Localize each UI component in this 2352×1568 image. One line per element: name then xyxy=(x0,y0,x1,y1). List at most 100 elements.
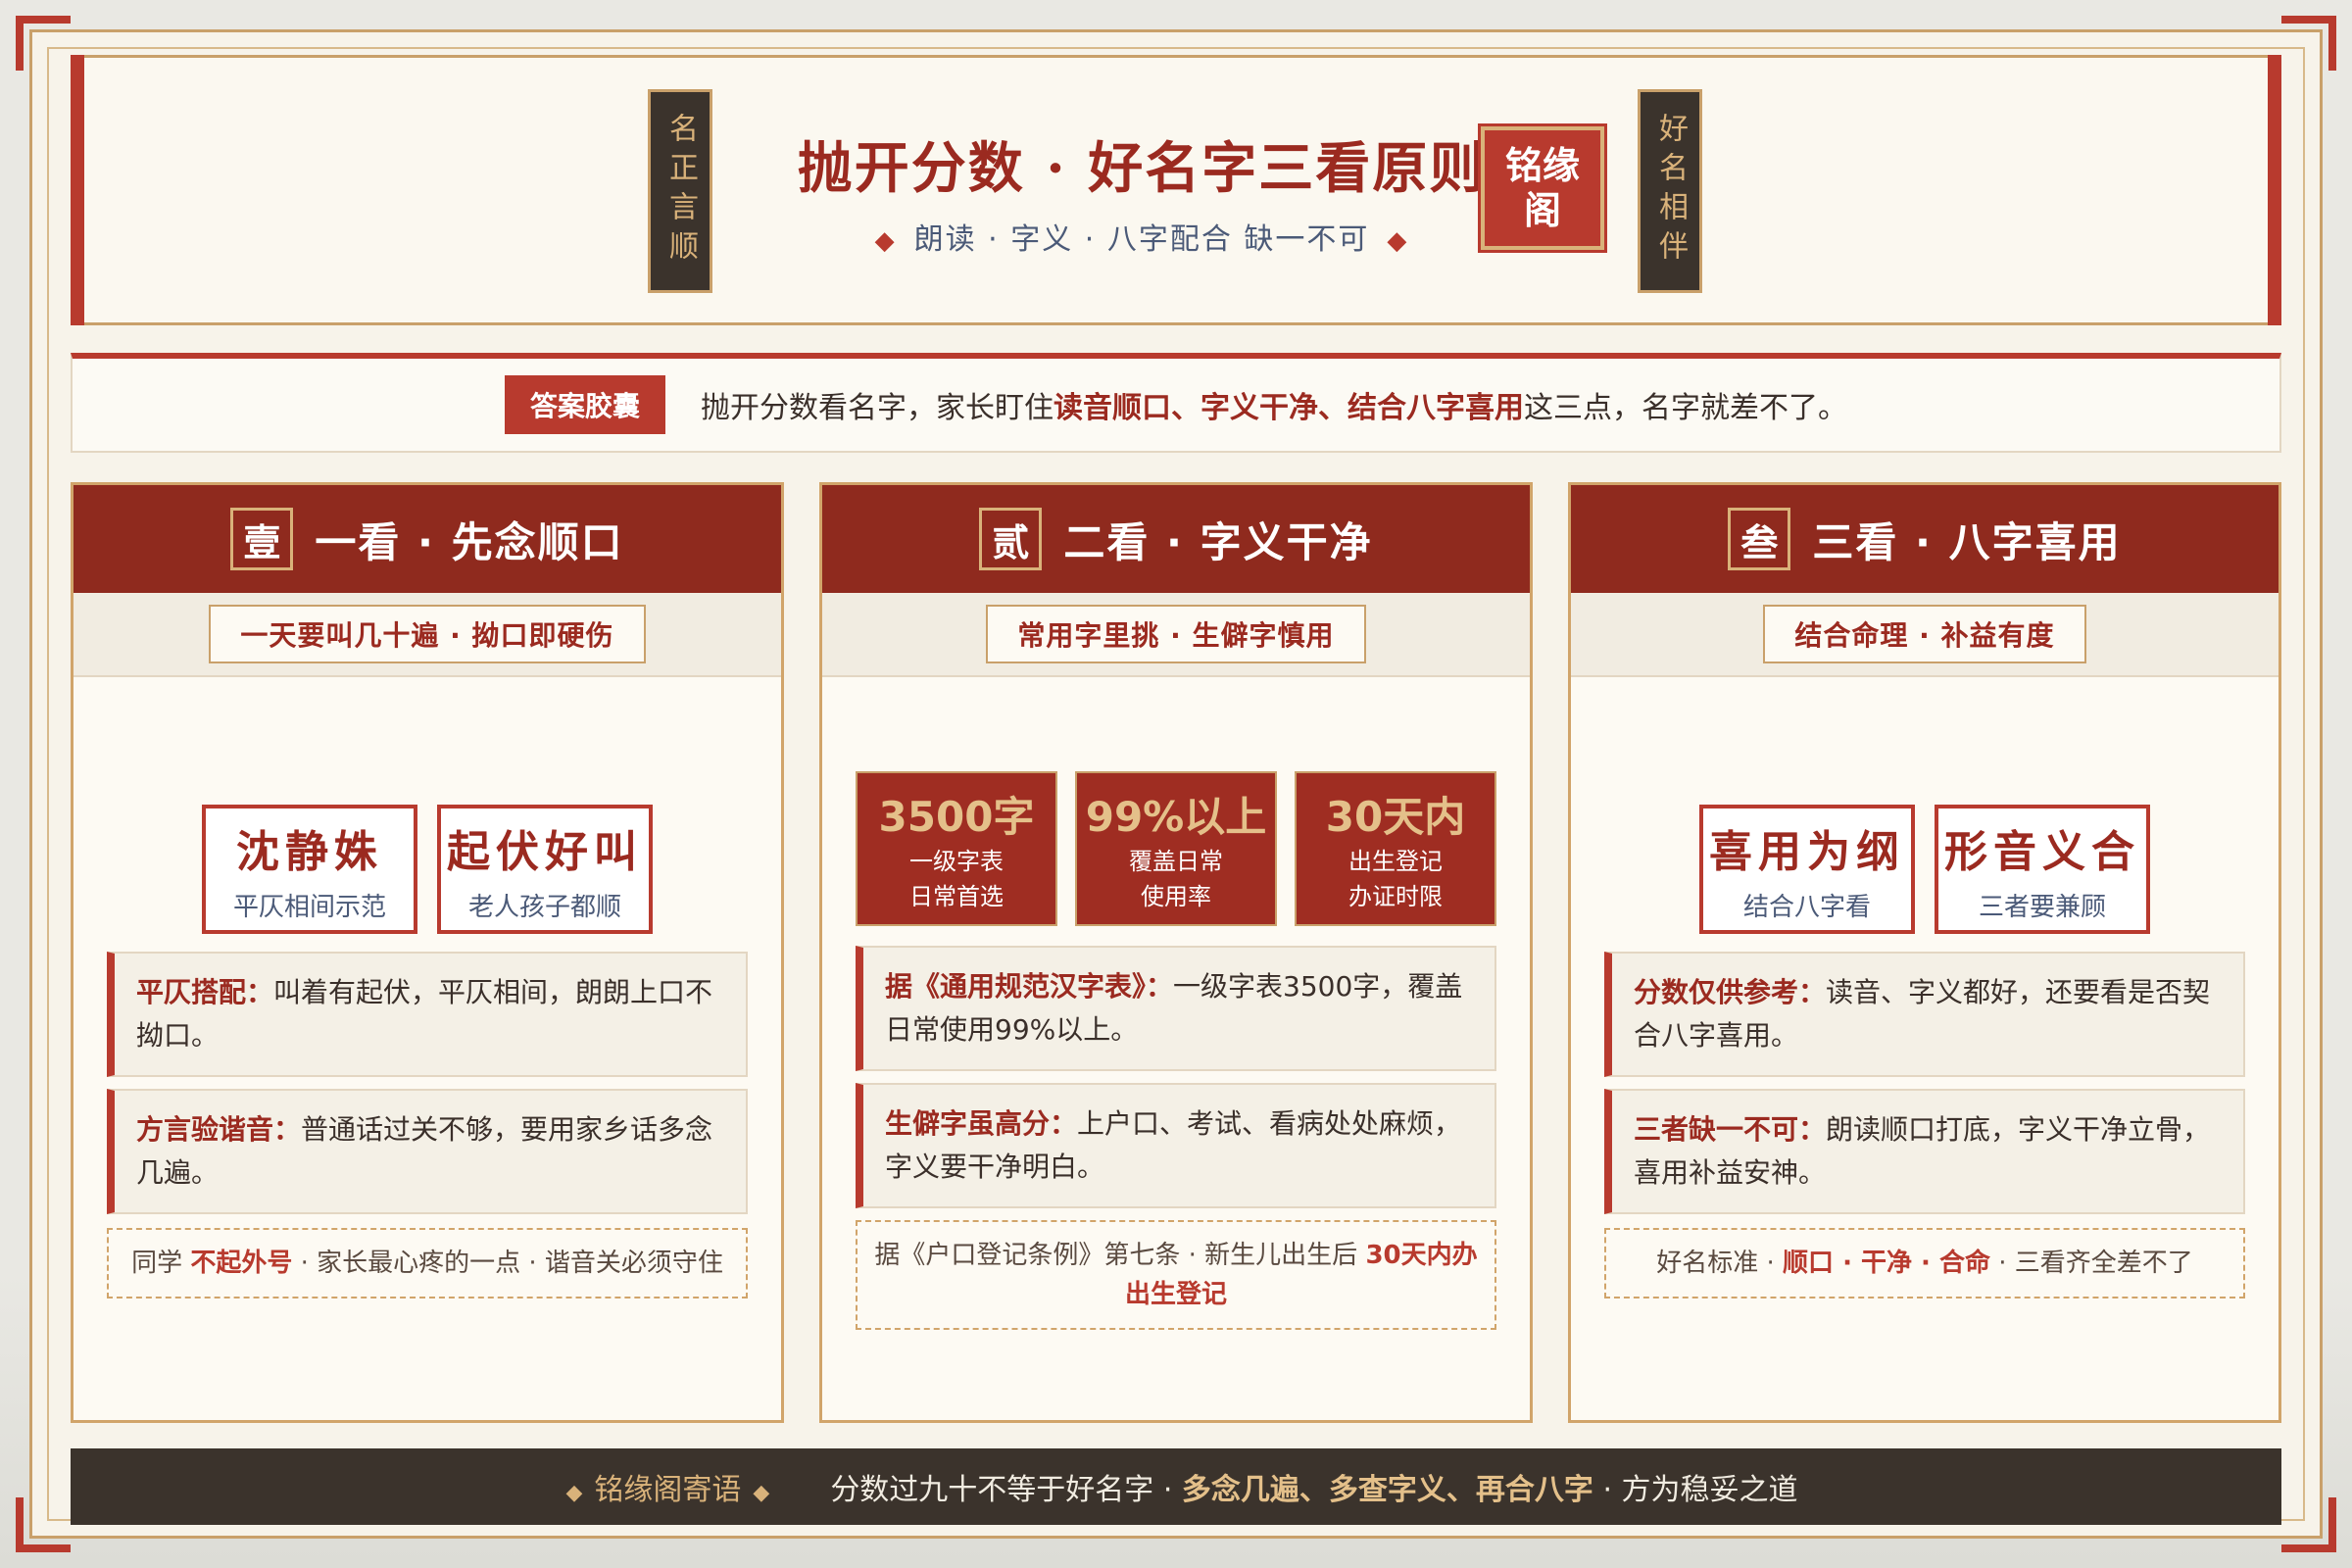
column-title: 一看 · 先念顺口 xyxy=(315,517,624,566)
tip-label: 分数仅供参考： xyxy=(1634,976,1827,1008)
column-tagline: 一天要叫几十遍 · 拗口即硬伤 xyxy=(209,605,646,663)
column-subheader: 结合命理 · 补益有度 xyxy=(1571,593,2278,677)
column-tagline: 常用字里挑 · 生僻字慎用 xyxy=(986,605,1366,663)
stat-line: 一级字表 xyxy=(909,847,1004,875)
column-header: 贰 二看 · 字义干净 xyxy=(822,485,1530,593)
stat-desc: 出生登记 办证时限 xyxy=(1348,844,1443,914)
column-header: 叁 三看 · 八字喜用 xyxy=(1571,485,2278,593)
tip-label: 方言验谐音： xyxy=(136,1113,302,1146)
example-cards: 喜用为纲 结合八字看 形音义合 三者要兼顾 xyxy=(1571,805,2278,934)
column-title: 三看 · 八字喜用 xyxy=(1812,517,2122,566)
footnote-suffix: · 三看齐全差不了 xyxy=(1989,1249,2193,1278)
stat-value: 99%以上 xyxy=(1085,792,1267,841)
right-vertical-scroll: 好名相伴 xyxy=(1638,89,1702,293)
example-card-title: 起伏好叫 xyxy=(447,826,643,877)
stat-line: 覆盖日常 xyxy=(1129,847,1223,875)
page-title: 抛开分数 · 好名字三看原则 xyxy=(797,136,1487,201)
stat-line: 日常首选 xyxy=(909,882,1004,910)
left-scroll-text: 名正言顺 xyxy=(663,113,698,270)
example-card-title: 形音义合 xyxy=(1944,826,2140,877)
diamond-icon: ◆ xyxy=(753,1481,770,1505)
example-card-title: 喜用为纲 xyxy=(1709,826,1905,877)
footnote-prefix: 同学 xyxy=(131,1249,191,1278)
example-card: 沈静姝 平仄相间示范 xyxy=(202,805,417,934)
footnote-box: 好名标准 · 顺口 · 干净 · 合命 · 三看齐全差不了 xyxy=(1604,1228,2245,1298)
example-card: 喜用为纲 结合八字看 xyxy=(1699,805,1915,934)
column-tagline: 结合命理 · 补益有度 xyxy=(1763,605,2086,663)
column-number: 壹 xyxy=(230,508,294,570)
stat-line: 出生登记 xyxy=(1348,847,1443,875)
stat-value: 3500字 xyxy=(878,792,1035,841)
example-cards: 沈静姝 平仄相间示范 起伏好叫 老人孩子都顺 xyxy=(74,805,781,934)
answer-tag: 答案胶囊 xyxy=(504,375,665,434)
answer-capsule-bar: 答案胶囊 抛开分数看名字，家长盯住读音顺口、字义干净、结合八字喜用这三点，名字就… xyxy=(71,353,2281,453)
footnote-prefix: 据《户口登记条例》第七条 · 新生儿出生后 xyxy=(874,1241,1366,1270)
stat-card: 30天内 出生登记办证时限 xyxy=(1295,771,1496,926)
corner-ornament xyxy=(2281,16,2336,71)
stat-card: 99%以上 覆盖日常使用率 xyxy=(1075,771,1277,926)
column-title: 二看 · 字义干净 xyxy=(1063,517,1373,566)
left-vertical-scroll: 名正言顺 xyxy=(648,89,712,293)
column-header: 壹 一看 · 先念顺口 xyxy=(74,485,781,593)
footnote-suffix: · 家长最心疼的一点 · 谐音关必须守住 xyxy=(292,1249,723,1278)
tip-note: 生僻字虽高分：上户口、考试、看病处处麻烦，字义要干净明白。 xyxy=(856,1083,1496,1208)
answer-prefix: 抛开分数看名字，家长盯住 xyxy=(701,391,1054,425)
diamond-icon: ◆ xyxy=(874,226,897,256)
stat-line: 使用率 xyxy=(1141,882,1211,910)
header-banner: 名正言顺 抛开分数 · 好名字三看原则 ◆ 朗读 · 字义 · 八字配合 缺一不可… xyxy=(71,55,2281,325)
column-subheader: 常用字里挑 · 生僻字慎用 xyxy=(822,593,1530,677)
example-card-caption: 结合八字看 xyxy=(1742,892,1871,922)
footnote-box: 同学 不起外号 · 家长最心疼的一点 · 谐音关必须守住 xyxy=(107,1228,748,1298)
principle-column-1: 壹 一看 · 先念顺口 一天要叫几十遍 · 拗口即硬伤 沈静姝 平仄相间示范 起… xyxy=(71,482,784,1423)
tip-note: 平仄搭配：叫着有起伏，平仄相间，朗朗上口不拗口。 xyxy=(107,952,748,1077)
tip-label: 平仄搭配： xyxy=(136,976,274,1008)
example-card: 起伏好叫 老人孩子都顺 xyxy=(437,805,653,934)
example-card-caption: 平仄相间示范 xyxy=(232,892,386,922)
page-subtitle: ◆ 朗读 · 字义 · 八字配合 缺一不可 ◆ xyxy=(750,215,1534,258)
footer-text: 分数过九十不等于好名字 · 多念几遍、多查字义、再合八字 · 方为稳妥之道 xyxy=(830,1465,1797,1508)
brand-seal: 铭缘阁 xyxy=(1478,123,1607,253)
tip-note: 分数仅供参考：读音、字义都好，还要看是否契合八字喜用。 xyxy=(1604,952,2245,1077)
example-card: 形音义合 三者要兼顾 xyxy=(1935,805,2150,934)
footer-suffix: · 方为稳妥之道 xyxy=(1592,1473,1798,1507)
corner-ornament xyxy=(16,16,71,71)
corner-ornament xyxy=(16,1497,71,1552)
footer-label-text: 铭缘阁寄语 xyxy=(594,1473,742,1507)
footnote-emphasis: 不起外号 xyxy=(190,1249,293,1278)
footnote-prefix: 好名标准 · xyxy=(1656,1249,1784,1278)
tip-note: 据《通用规范汉字表》：一级字表3500字，覆盖日常使用99%以上。 xyxy=(856,946,1496,1071)
stat-cards: 3500字 一级字表日常首选 99%以上 覆盖日常使用率 30天内 出生登记办证… xyxy=(822,771,1530,926)
footnote-box: 据《户口登记条例》第七条 · 新生儿出生后 30天内办出生登记 xyxy=(856,1220,1496,1330)
tip-label: 据《通用规范汉字表》： xyxy=(885,970,1174,1003)
footnote-emphasis: 顺口 · 干净 · 合命 xyxy=(1783,1249,1990,1278)
example-card-title: 沈静姝 xyxy=(236,826,383,877)
stat-desc: 覆盖日常 使用率 xyxy=(1129,844,1223,914)
subtitle-text: 朗读 · 字义 · 八字配合 缺一不可 xyxy=(913,222,1370,257)
footer-label: ◆ 铭缘阁寄语 ◆ xyxy=(554,1465,781,1508)
column-subheader: 一天要叫几十遍 · 拗口即硬伤 xyxy=(74,593,781,677)
tip-label: 三者缺一不可： xyxy=(1634,1113,1827,1146)
example-card-caption: 三者要兼顾 xyxy=(1978,892,2106,922)
tip-note: 方言验谐音：普通话过关不够，要用家乡话多念几遍。 xyxy=(107,1089,748,1214)
answer-text: 抛开分数看名字，家长盯住读音顺口、字义干净、结合八字喜用这三点，名字就差不了。 xyxy=(701,383,1847,426)
diamond-icon: ◆ xyxy=(1387,226,1409,256)
footer-emphasis: 多念几遍、多查字义、再合八字 xyxy=(1181,1473,1593,1507)
column-number: 贰 xyxy=(979,508,1043,570)
tip-label: 生僻字虽高分： xyxy=(885,1107,1078,1140)
corner-ornament xyxy=(2281,1497,2336,1552)
stat-card: 3500字 一级字表日常首选 xyxy=(856,771,1057,926)
diamond-icon: ◆ xyxy=(565,1481,583,1505)
principle-column-3: 叁 三看 · 八字喜用 结合命理 · 补益有度 喜用为纲 结合八字看 形音义合 … xyxy=(1568,482,2281,1423)
footer-prefix: 分数过九十不等于好名字 · xyxy=(830,1473,1182,1507)
stat-value: 30天内 xyxy=(1325,792,1466,841)
principle-column-2: 贰 二看 · 字义干净 常用字里挑 · 生僻字慎用 3500字 一级字表日常首选… xyxy=(819,482,1533,1423)
tip-note: 三者缺一不可：朗读顺口打底，字义干净立骨，喜用补益安神。 xyxy=(1604,1089,2245,1214)
stat-line: 办证时限 xyxy=(1348,882,1443,910)
answer-suffix: 这三点，名字就差不了。 xyxy=(1524,391,1847,425)
answer-emphasis: 读音顺口、字义干净、结合八字喜用 xyxy=(1054,391,1524,425)
right-scroll-text: 好名相伴 xyxy=(1653,113,1688,270)
column-number: 叁 xyxy=(1728,508,1791,570)
footer-bar: ◆ 铭缘阁寄语 ◆ 分数过九十不等于好名字 · 多念几遍、多查字义、再合八字 · 方… xyxy=(71,1448,2281,1525)
stat-desc: 一级字表 日常首选 xyxy=(909,844,1004,914)
example-card-caption: 老人孩子都顺 xyxy=(467,892,621,922)
